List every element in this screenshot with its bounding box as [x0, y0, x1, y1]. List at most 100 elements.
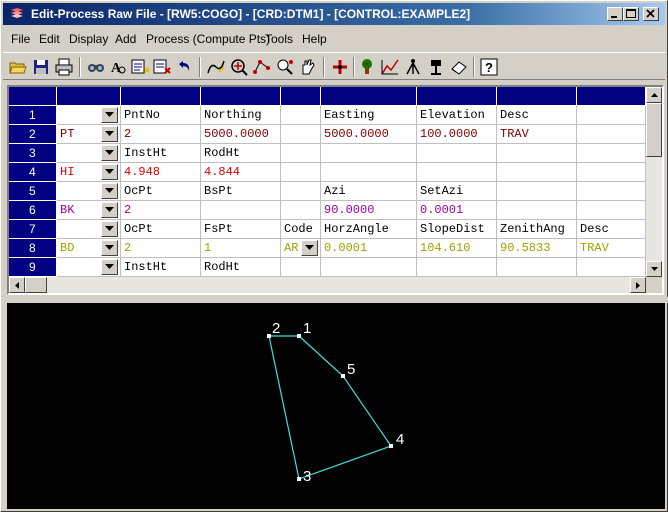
row-number[interactable]: 6 — [9, 201, 57, 220]
tree-icon[interactable] — [356, 56, 378, 78]
grid-row[interactable]: 9 InstHt RodHt — [9, 258, 646, 277]
cell-c2[interactable]: FsPt — [201, 220, 281, 239]
header-cell[interactable] — [57, 87, 121, 105]
cell-c6[interactable] — [497, 182, 577, 201]
cell-c2[interactable]: RodHt — [201, 258, 281, 277]
points-icon[interactable] — [251, 56, 273, 78]
record-type-dropdown-button[interactable] — [101, 259, 118, 275]
scroll-down-button[interactable] — [646, 261, 662, 277]
raw-data-grid[interactable]: 1 PntNo Northing Easting Elevation Desc 2 PT 2 50… — [7, 85, 664, 295]
save-icon[interactable] — [30, 56, 52, 78]
open-folder-icon[interactable] — [7, 56, 29, 78]
cell-c1[interactable]: PntNo — [121, 106, 201, 125]
cell-c1[interactable]: InstHt — [121, 258, 201, 277]
cell-c6[interactable] — [497, 258, 577, 277]
row-number[interactable]: 7 — [9, 220, 57, 239]
cell-c5[interactable]: 100.0000 — [417, 125, 497, 144]
cell-c2[interactable]: BsPt — [201, 182, 281, 201]
cell-c7[interactable]: Desc — [577, 220, 646, 239]
cell-c7[interactable] — [577, 125, 646, 144]
header-cell[interactable] — [417, 87, 497, 105]
record-type-cell[interactable] — [57, 258, 121, 277]
menu-edit[interactable]: Edit — [39, 32, 60, 46]
menu-add[interactable]: Add — [115, 32, 136, 46]
header-cell[interactable] — [577, 87, 646, 105]
record-type-dropdown-button[interactable] — [101, 240, 118, 256]
cell-c5[interactable] — [417, 163, 497, 182]
grid-row[interactable]: 1 PntNo Northing Easting Elevation Desc — [9, 106, 646, 125]
grid-row[interactable]: 3 InstHt RodHt — [9, 144, 646, 163]
point-marker[interactable] — [389, 444, 393, 448]
help-icon[interactable]: ? — [478, 56, 500, 78]
cell-c4[interactable] — [321, 163, 417, 182]
record-type-cell[interactable] — [57, 144, 121, 163]
cell-c3[interactable]: Code — [281, 220, 321, 239]
cell-c7[interactable] — [577, 163, 646, 182]
header-cell[interactable] — [121, 87, 201, 105]
row-number[interactable]: 4 — [9, 163, 57, 182]
magnifier-points-icon[interactable] — [274, 56, 296, 78]
cell-c7[interactable] — [577, 258, 646, 277]
cell-c3[interactable]: AR — [281, 239, 321, 258]
row-number[interactable]: 1 — [9, 106, 57, 125]
cell-c7[interactable] — [577, 182, 646, 201]
traverse-plot[interactable]: 1 2 3 4 5 — [7, 303, 665, 509]
point-marker[interactable] — [297, 334, 301, 338]
title-bar[interactable]: Edit-Process Raw File - [RW5:COGO] - [CR… — [3, 3, 665, 25]
cell-c1[interactable]: 4.948 — [121, 163, 201, 182]
cell-c3[interactable] — [281, 144, 321, 163]
cell-c7[interactable] — [577, 106, 646, 125]
code-dropdown-button[interactable] — [301, 240, 318, 256]
record-type-cell[interactable] — [57, 106, 121, 125]
grid-row[interactable]: 8 BD 2 1 AR 0.0001 104.610 90.5833 TRAV — [9, 239, 646, 258]
grid-row[interactable]: 2 PT 2 5000.0000 5000.0000 100.0000 TRAV — [9, 125, 646, 144]
cell-c6[interactable]: Desc — [497, 106, 577, 125]
cell-c3[interactable] — [281, 258, 321, 277]
grid-row[interactable]: 7 OcPt FsPt Code HorzAngle SlopeDist ZenithAng… — [9, 220, 646, 239]
grid-row[interactable]: 4 HI 4.948 4.844 — [9, 163, 646, 182]
cell-c5[interactable]: 104.610 — [417, 239, 497, 258]
cell-c2[interactable]: 1 — [201, 239, 281, 258]
cell-c6[interactable]: TRAV — [497, 125, 577, 144]
record-type-dropdown-button[interactable] — [101, 145, 118, 161]
close-button[interactable] — [643, 7, 659, 21]
record-type-dropdown-button[interactable] — [101, 126, 118, 142]
cell-c5[interactable]: Elevation — [417, 106, 497, 125]
cell-c7[interactable] — [577, 144, 646, 163]
cell-c4[interactable]: 90.0000 — [321, 201, 417, 220]
cell-c4[interactable] — [321, 144, 417, 163]
cell-c6[interactable]: 90.5833 — [497, 239, 577, 258]
cell-c4[interactable]: 5000.0000 — [321, 125, 417, 144]
header-cell[interactable] — [497, 87, 577, 105]
record-type-dropdown-button[interactable] — [101, 202, 118, 218]
maximize-button[interactable] — [623, 7, 639, 21]
row-number[interactable]: 5 — [9, 182, 57, 201]
header-cell[interactable] — [201, 87, 281, 105]
menu-process[interactable]: Process (Compute Pts) — [146, 32, 270, 46]
cell-c2[interactable] — [201, 201, 281, 220]
cell-c7[interactable]: TRAV — [577, 239, 646, 258]
grid-horizontal-scrollbar[interactable] — [9, 277, 646, 293]
find-text-icon[interactable]: A — [107, 56, 129, 78]
cell-c1[interactable]: OcPt — [121, 182, 201, 201]
row-number[interactable]: 9 — [9, 258, 57, 277]
cell-c7[interactable] — [577, 201, 646, 220]
cell-c4[interactable]: Easting — [321, 106, 417, 125]
record-type-dropdown-button[interactable] — [101, 107, 118, 123]
record-type-cell[interactable]: PT — [57, 125, 121, 144]
menu-display[interactable]: Display — [69, 32, 108, 46]
print-icon[interactable] — [53, 56, 75, 78]
header-cell[interactable] — [281, 87, 321, 105]
minimize-button[interactable] — [607, 7, 623, 21]
eraser-icon[interactable] — [448, 56, 470, 78]
vertical-scroll-thumb[interactable] — [646, 103, 662, 157]
cell-c6[interactable]: ZenithAng — [497, 220, 577, 239]
zoom-icon[interactable] — [228, 56, 250, 78]
record-type-dropdown-button[interactable] — [101, 164, 118, 180]
scroll-up-button[interactable] — [646, 87, 662, 103]
horizontal-scroll-thumb[interactable] — [25, 277, 47, 293]
cell-c3[interactable] — [281, 201, 321, 220]
undo-icon[interactable] — [173, 56, 195, 78]
cell-c4[interactable]: HorzAngle — [321, 220, 417, 239]
record-type-dropdown-button[interactable] — [101, 183, 118, 199]
